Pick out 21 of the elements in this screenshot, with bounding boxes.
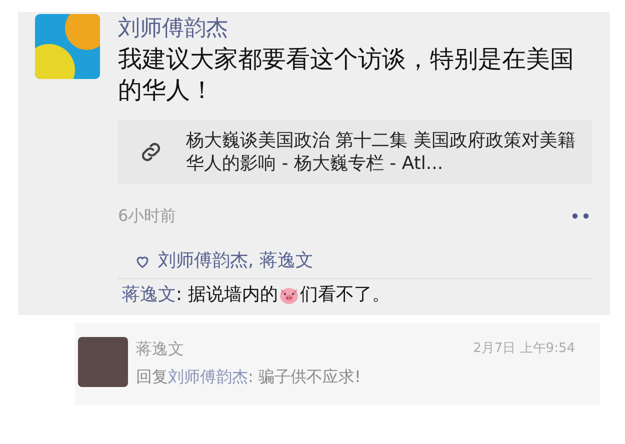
heart-icon: [135, 254, 150, 268]
post-time: 6小时前: [118, 205, 176, 227]
link-title: 杨大巍谈美国政治 第十二集 美国政府政策对美籍华人的影响 - 杨大巍专栏 - Atl...: [186, 129, 576, 175]
photo-placeholder: [78, 337, 128, 387]
like-name[interactable]: 刘师傅韵杰: [158, 248, 248, 274]
comment-text: 们看不了。: [300, 283, 390, 307]
reply-mention[interactable]: 刘师傅韵杰: [168, 365, 248, 389]
comment-author[interactable]: 蒋逸文: [122, 281, 176, 309]
like-name[interactable]: 蒋逸文: [260, 248, 314, 274]
author-name[interactable]: 刘师傅韵杰: [118, 14, 595, 44]
comment-text: : 据说墙内的: [176, 283, 278, 307]
avatar-logo: [35, 14, 100, 79]
reply-label: 回复: [136, 366, 168, 388]
reply-text: : 骗子供不应求!: [248, 366, 361, 388]
pig-icon: [278, 285, 299, 305]
reply-date: 2月7日 上午9:54: [473, 340, 575, 358]
post-text: 我建议大家都要看这个访谈，特别是在美国的华人！: [118, 44, 575, 106]
reply-author: 蒋逸文: [136, 338, 184, 360]
separator: ,: [248, 249, 254, 273]
link-card[interactable]: 杨大巍谈美国政治 第十二集 美国政府政策对美籍华人的影响 - 杨大巍专栏 - Atl...: [118, 120, 592, 184]
more-icon[interactable]: [572, 213, 590, 219]
